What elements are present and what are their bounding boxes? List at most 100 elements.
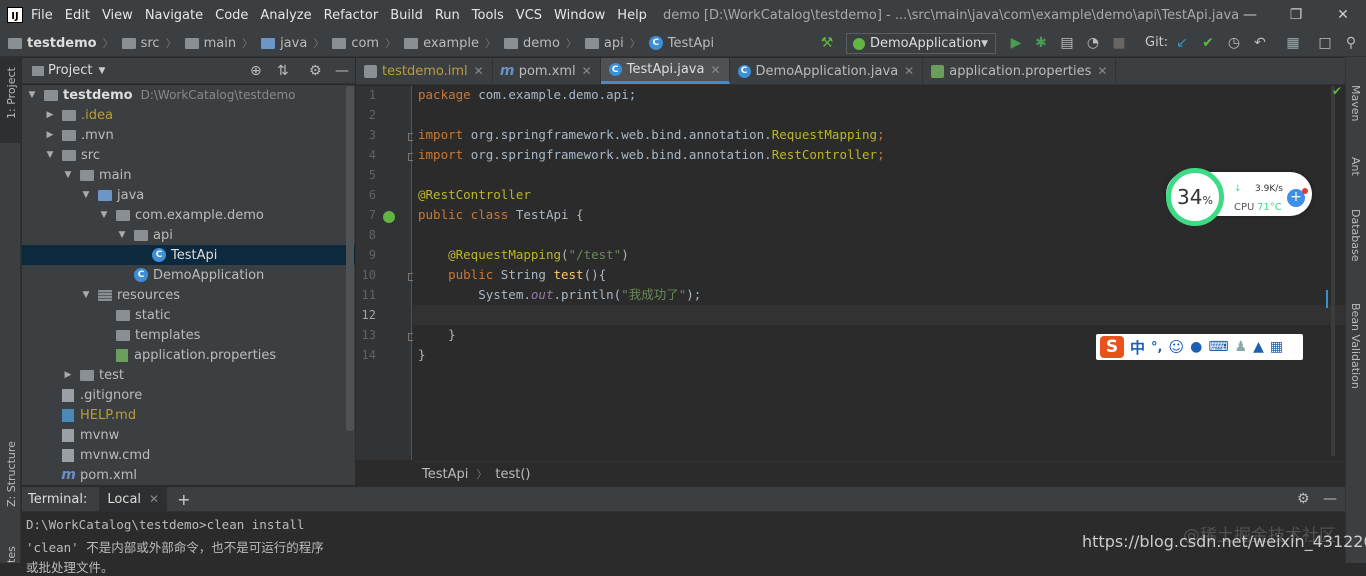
tab-application-properties[interactable]: application.properties ✕: [923, 58, 1117, 84]
tool-tab-ant[interactable]: Ant: [1349, 157, 1362, 176]
breadcrumb-testapi[interactable]: C TestApi: [648, 36, 714, 51]
tree-item-idea[interactable]: ▶ .idea: [22, 105, 355, 125]
tree-item-static[interactable]: static: [22, 305, 355, 325]
tree-item-application-properties[interactable]: application.properties: [22, 345, 355, 365]
tree-item-pom-xml[interactable]: m pom.xml: [22, 465, 355, 485]
breadcrumb-api[interactable]: api 〉: [584, 35, 641, 51]
tree-item-main[interactable]: ▼ main: [22, 165, 355, 185]
close-tab-icon[interactable]: ✕: [1097, 64, 1107, 78]
profile-icon[interactable]: ◔: [1084, 34, 1102, 52]
tool-tab-structure[interactable]: Z: Structure: [5, 441, 18, 507]
menu-help[interactable]: Help: [617, 8, 647, 23]
hide-icon[interactable]: —: [1323, 491, 1337, 507]
tree-item-demoapplication[interactable]: C DemoApplication: [22, 265, 355, 285]
expanded-arrow-icon[interactable]: ▼: [62, 170, 74, 180]
editor-crumb-method[interactable]: test(): [495, 467, 530, 482]
coverage-icon[interactable]: ▤: [1058, 34, 1076, 52]
menu-navigate[interactable]: Navigate: [145, 8, 203, 23]
menu-analyze[interactable]: Analyze: [260, 8, 311, 23]
new-terminal-icon[interactable]: +: [177, 490, 190, 509]
git-history-icon[interactable]: ◷: [1225, 34, 1243, 52]
git-update-icon[interactable]: ↙: [1173, 34, 1191, 52]
close-tab-icon[interactable]: ✕: [149, 492, 159, 506]
ime-punct-toggle[interactable]: °,: [1151, 340, 1162, 355]
tree-item-mvnw[interactable]: mvnw: [22, 425, 355, 445]
gear-icon[interactable]: ⚙: [1297, 491, 1310, 507]
system-monitor-widget[interactable]: 34% ↓ 3.9K/s CPU 71°C +: [1166, 168, 1312, 228]
close-tab-icon[interactable]: ✕: [710, 63, 720, 77]
presentation-icon[interactable]: □: [1316, 34, 1334, 52]
breadcrumb-example[interactable]: example 〉: [404, 35, 496, 51]
close-icon[interactable]: ✕: [1320, 0, 1366, 30]
collapsed-arrow-icon[interactable]: ▶: [44, 110, 56, 120]
emoji-icon[interactable]: ☺: [1168, 338, 1184, 356]
tool-tab-favorites[interactable]: tes: [5, 546, 18, 563]
tree-item-testdemo[interactable]: ▼ testdemo D:\WorkCatalog\testdemo: [22, 85, 355, 105]
close-tab-icon[interactable]: ✕: [582, 64, 592, 78]
tool-tab-maven[interactable]: Maven: [1349, 85, 1362, 121]
project-scrollbar[interactable]: [346, 86, 354, 431]
tab-testapi-java[interactable]: C TestApi.java ✕: [600, 58, 730, 84]
tree-item-help-md[interactable]: HELP.md: [22, 405, 355, 425]
tree-item-api[interactable]: ▼ api: [22, 225, 355, 245]
git-commit-icon[interactable]: ✔: [1199, 34, 1217, 52]
breadcrumb-main[interactable]: main 〉: [184, 35, 253, 51]
tab-demoapplication-java[interactable]: C DemoApplication.java ✕: [730, 58, 924, 84]
breadcrumb-com[interactable]: com 〉: [332, 35, 396, 51]
tool-tab-bean-validation[interactable]: Bean Validation: [1349, 303, 1362, 389]
expanded-arrow-icon[interactable]: ▼: [98, 210, 110, 220]
menu-vcs[interactable]: VCS: [516, 8, 542, 23]
expanded-arrow-icon[interactable]: ▼: [80, 290, 92, 300]
tree-item-src[interactable]: ▼ src: [22, 145, 355, 165]
menu-run[interactable]: Run: [435, 8, 460, 23]
run-icon[interactable]: ▶: [1007, 34, 1025, 52]
expanded-arrow-icon[interactable]: ▼: [44, 150, 56, 160]
tree-item-java[interactable]: ▼ java: [22, 185, 355, 205]
run-configuration-select[interactable]: DemoApplication ▼: [846, 33, 996, 54]
build-hammer-icon[interactable]: ⚒: [818, 34, 836, 52]
tab-testdemo-iml[interactable]: testdemo.iml ✕: [356, 58, 493, 84]
tool-tab-database[interactable]: Database: [1349, 209, 1362, 262]
project-structure-icon[interactable]: ▦: [1284, 34, 1302, 52]
microphone-icon[interactable]: ●: [1190, 339, 1202, 355]
collapse-all-icon[interactable]: ⇅: [277, 63, 289, 79]
search-everywhere-icon[interactable]: ⚲: [1342, 34, 1360, 52]
tree-item-mvn[interactable]: ▶ .mvn: [22, 125, 355, 145]
menu-edit[interactable]: Edit: [65, 8, 90, 23]
debug-icon[interactable]: ✱: [1032, 34, 1050, 52]
stop-icon[interactable]: ■: [1110, 34, 1128, 52]
editor-crumb-class[interactable]: TestApi: [422, 467, 468, 482]
menu-code[interactable]: Code: [215, 8, 248, 23]
user-icon[interactable]: ♟: [1235, 339, 1248, 355]
menu-window[interactable]: Window: [554, 8, 605, 23]
ime-mode-toggle[interactable]: 中: [1130, 337, 1145, 358]
tree-item-com-example-demo[interactable]: ▼ com.example.demo: [22, 205, 355, 225]
tree-item-templates[interactable]: templates: [22, 325, 355, 345]
keyboard-icon[interactable]: ⌨: [1208, 339, 1228, 355]
close-tab-icon[interactable]: ✕: [474, 64, 484, 78]
menu-file[interactable]: File: [31, 8, 53, 23]
code-editor[interactable]: package com.example.demo.api; import org.…: [413, 86, 1345, 460]
spring-bean-gutter-icon[interactable]: [383, 211, 395, 223]
expanded-arrow-icon[interactable]: ▼: [80, 190, 92, 200]
project-view-select[interactable]: Project: [48, 63, 92, 78]
breadcrumb-testdemo[interactable]: testdemo 〉: [8, 35, 114, 51]
expanded-arrow-icon[interactable]: ▼: [26, 90, 38, 100]
menu-view[interactable]: View: [102, 8, 133, 23]
tool-tab-project[interactable]: 1: Project: [5, 67, 18, 119]
tab-pom-xml[interactable]: m pom.xml ✕: [493, 58, 601, 84]
breadcrumb-demo[interactable]: demo 〉: [504, 35, 577, 51]
breadcrumb-src[interactable]: src 〉: [121, 35, 177, 51]
close-tab-icon[interactable]: ✕: [904, 64, 914, 78]
editor-scrollbar[interactable]: [1331, 86, 1335, 456]
menu-build[interactable]: Build: [390, 8, 423, 23]
tree-item-mvnw-cmd[interactable]: mvnw.cmd: [22, 445, 355, 465]
breadcrumb-java[interactable]: java 〉: [261, 35, 324, 51]
menu-tools[interactable]: Tools: [472, 8, 504, 23]
expanded-arrow-icon[interactable]: ▼: [116, 230, 128, 240]
minimize-icon[interactable]: —: [1227, 0, 1273, 30]
terminal-tab-local[interactable]: Local ✕: [99, 486, 168, 512]
restore-icon[interactable]: ❐: [1273, 0, 1319, 30]
tree-item-test[interactable]: ▶ test: [22, 365, 355, 385]
tree-item-resources[interactable]: ▼ resources: [22, 285, 355, 305]
